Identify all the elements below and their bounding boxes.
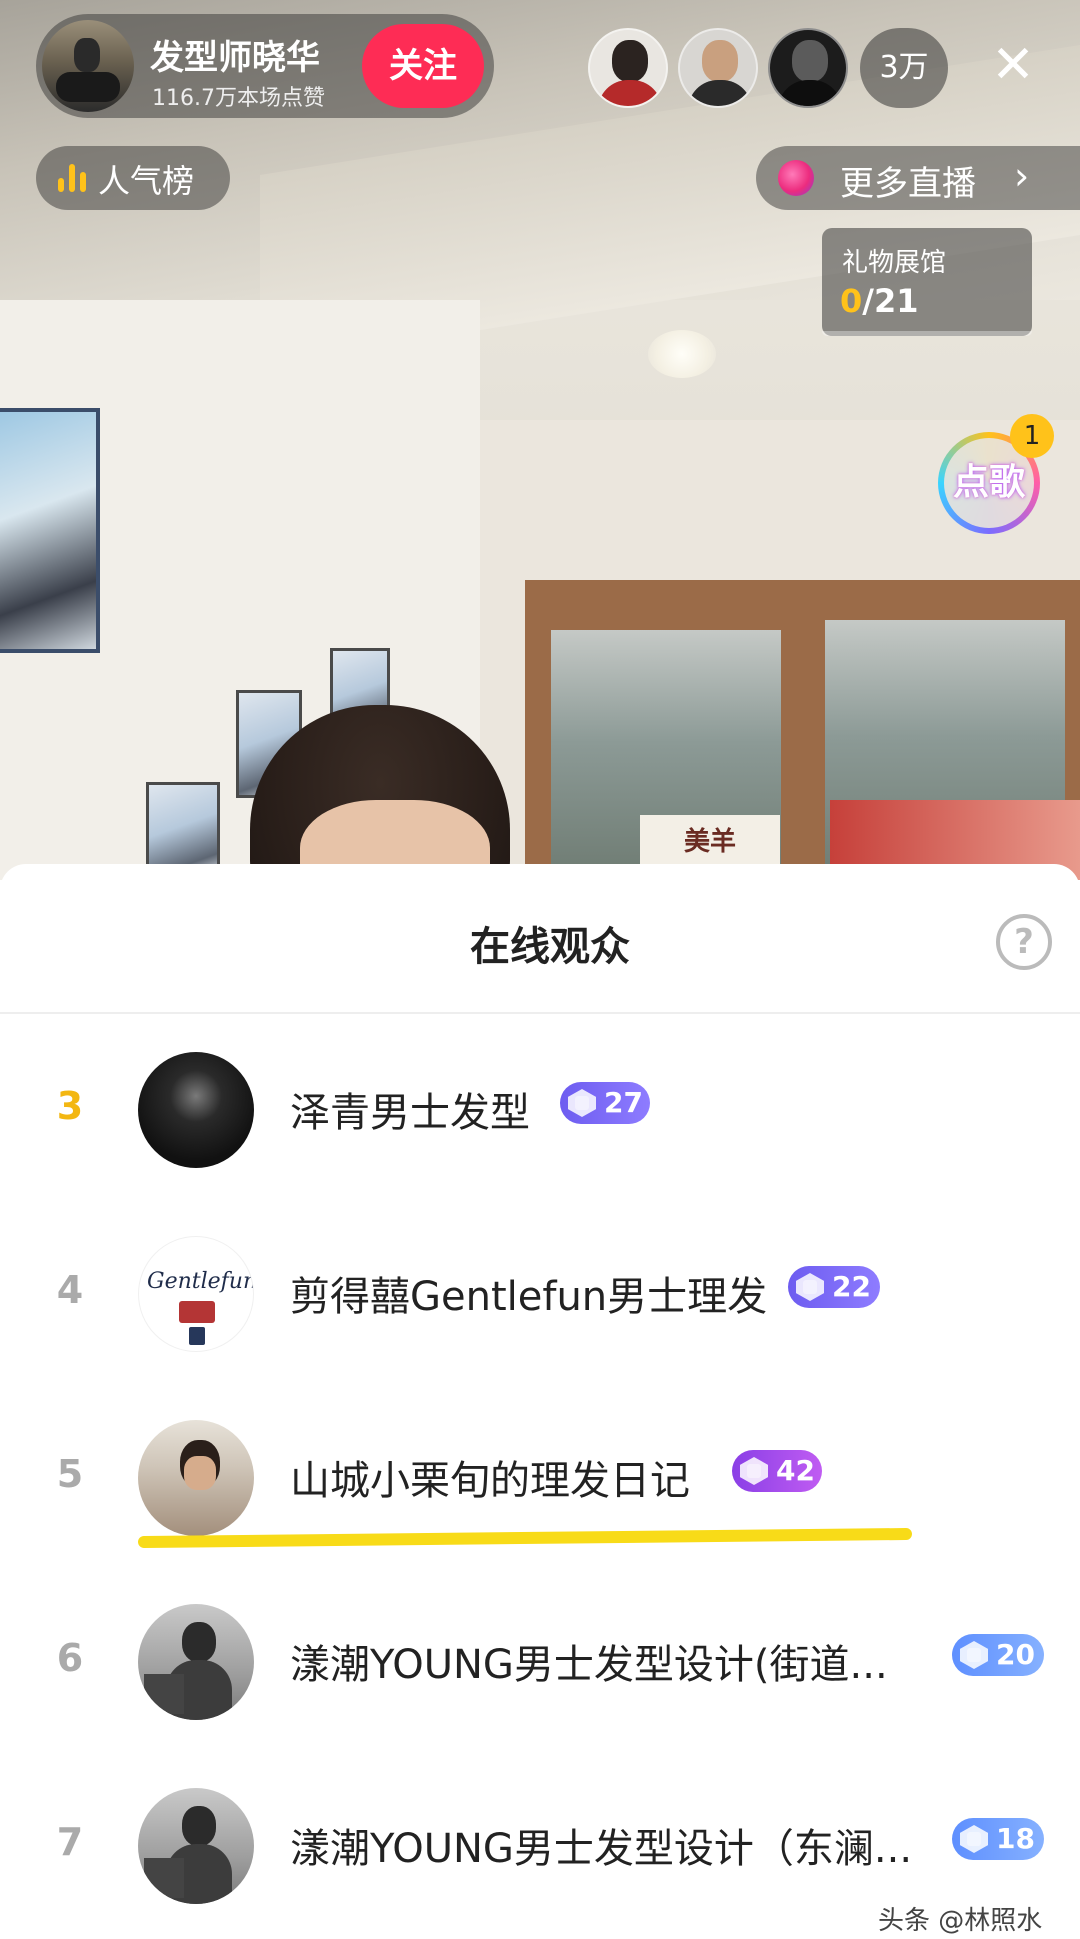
fan-level: 20 — [996, 1638, 1035, 1671]
host-name: 发型师晓华 — [150, 38, 320, 78]
more-live-button[interactable]: 更多直播 › — [756, 146, 1080, 210]
fan-level: 22 — [832, 1270, 871, 1303]
avatar-head — [182, 1622, 216, 1662]
avatar-head — [702, 40, 738, 82]
fan-level: 27 — [604, 1086, 643, 1119]
viewer-avatar[interactable]: Gentlefun — [138, 1236, 254, 1352]
viewer-name: 泽青男士发型 — [290, 1090, 530, 1136]
host-info[interactable]: 发型师晓华 116.7万本场点赞 关注 — [36, 14, 494, 118]
viewer-name: 山城小栗旬的理发日记 — [290, 1458, 690, 1504]
viewer-rank: 7 — [56, 1820, 84, 1864]
close-icon[interactable]: ✕ — [978, 30, 1048, 100]
gentlefun-logo-text: Gentlefun — [147, 1269, 254, 1294]
viewer-name: 漾潮YOUNG男士发型设计（东澜... — [290, 1826, 913, 1872]
sheet-title: 在线观众 — [470, 924, 630, 970]
gift-progress-track — [822, 331, 1032, 336]
follow-button[interactable]: 关注 — [362, 24, 484, 108]
viewer-name: 漾潮YOUNG男士发型设计(街道... — [290, 1642, 888, 1688]
fan-level-badge: 18 — [952, 1818, 1044, 1860]
top-viewer-avatar[interactable] — [768, 28, 848, 108]
fan-level: 18 — [996, 1822, 1035, 1855]
gem-icon — [796, 1273, 824, 1301]
gem-icon — [960, 1825, 988, 1853]
gift-hall-count: 0/21 — [840, 282, 918, 320]
gem-icon — [568, 1089, 596, 1117]
fan-level: 42 — [776, 1454, 815, 1487]
watermark: 头条 @林照水 — [878, 1906, 1043, 1936]
avatar-body — [688, 80, 752, 106]
song-request-badge: 1 — [1010, 414, 1054, 458]
ceiling-lamp — [648, 330, 716, 378]
viewer-rank: 4 — [56, 1268, 84, 1312]
top-viewer-avatar[interactable] — [588, 28, 668, 108]
gem-icon — [960, 1641, 988, 1669]
host-avatar[interactable] — [42, 20, 134, 112]
popularity-rank-button[interactable]: 人气榜 — [36, 146, 230, 210]
divider — [0, 1012, 1080, 1014]
viewer-row[interactable]: 7 漾潮YOUNG男士发型设计（东澜... 18 — [0, 1776, 1080, 1906]
host-like-count: 116.7万本场点赞 — [152, 86, 325, 111]
viewer-rank: 3 — [56, 1084, 84, 1128]
shop-sign: 美羊 — [640, 815, 780, 870]
avatar-face — [184, 1456, 216, 1490]
fan-level-badge: 27 — [560, 1082, 650, 1124]
viewer-row[interactable]: 6 漾潮YOUNG男士发型设计(街道... 20 — [0, 1592, 1080, 1722]
gift-collected: 0 — [840, 282, 863, 320]
bar-chart-icon — [58, 164, 88, 192]
host-avatar-figure — [74, 38, 100, 72]
chevron-right-icon: › — [1014, 154, 1030, 198]
gem-icon — [740, 1457, 768, 1485]
gift-hall-title: 礼物展馆 — [842, 248, 947, 278]
top-viewer-avatar[interactable] — [678, 28, 758, 108]
gift-hall-panel[interactable]: 礼物展馆 0/21 — [822, 228, 1032, 336]
avatar-body — [598, 80, 662, 106]
avatar-head — [792, 40, 828, 82]
viewer-row[interactable]: 3 泽青男士发型 27 — [0, 1040, 1080, 1170]
logo-emblem — [179, 1301, 215, 1323]
hairstyle-poster — [0, 408, 100, 653]
viewer-row[interactable]: 4 Gentlefun 剪得囍Gentlefun男士理发 22 — [0, 1224, 1080, 1354]
logo-mark — [189, 1327, 205, 1345]
avatar-body — [778, 80, 842, 106]
live-video[interactable]: 美羊 — [0, 0, 1080, 880]
avatar-head — [182, 1806, 216, 1846]
viewer-name: 剪得囍Gentlefun男士理发 — [290, 1274, 768, 1320]
more-live-label: 更多直播 — [840, 164, 976, 204]
fan-level-badge: 22 — [788, 1266, 880, 1308]
viewer-rank: 6 — [56, 1636, 84, 1680]
viewer-avatar[interactable] — [138, 1420, 254, 1536]
fan-level-badge: 20 — [952, 1634, 1044, 1676]
help-icon[interactable]: ? — [996, 914, 1052, 970]
viewer-avatar[interactable] — [138, 1604, 254, 1720]
viewer-row[interactable]: 5 山城小栗旬的理发日记 42 — [0, 1408, 1080, 1538]
viewer-count[interactable]: 3万 — [860, 28, 948, 108]
fan-level-badge: 42 — [732, 1450, 822, 1492]
viewer-avatar[interactable] — [138, 1788, 254, 1904]
host-avatar-motorbike — [56, 72, 120, 102]
popularity-rank-label: 人气榜 — [98, 162, 195, 200]
viewer-avatar[interactable] — [138, 1052, 254, 1168]
avatar-tag — [144, 1674, 184, 1714]
live-planet-icon — [778, 160, 814, 196]
avatar-head — [612, 40, 648, 82]
viewer-rank: 5 — [56, 1452, 84, 1496]
gift-total: /21 — [862, 282, 919, 320]
avatar-tag — [144, 1858, 184, 1898]
